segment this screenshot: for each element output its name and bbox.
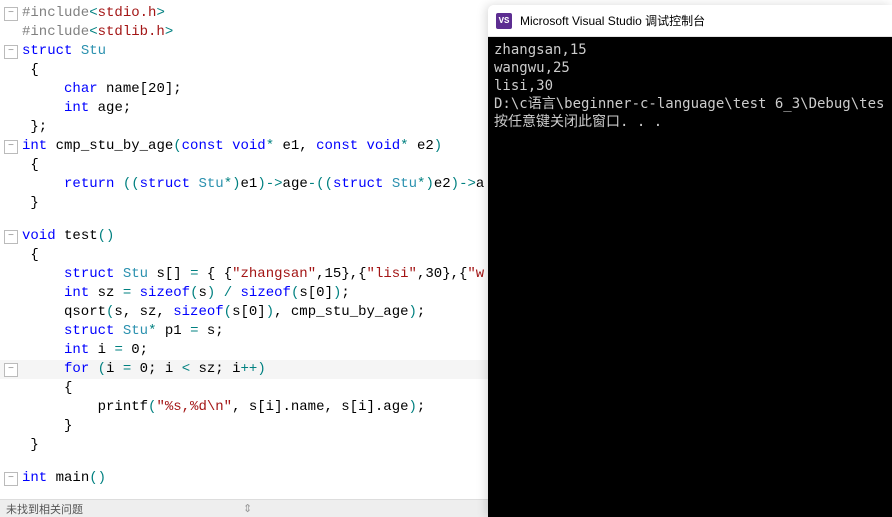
fold-gutter-icon[interactable]: − [4,472,18,486]
status-bar: 未找到相关问题 ⇕ [0,499,488,517]
code-line[interactable] [0,213,488,227]
code-line[interactable] [0,455,488,469]
fold-gutter-icon[interactable]: − [4,7,18,21]
code-line[interactable]: struct Stu* p1 = s; [0,322,488,341]
fold-gutter-icon [4,102,18,116]
code-text: void test() [20,227,114,246]
terminal-line: zhangsan,15 [494,41,886,59]
code-text: { [20,379,72,398]
fold-gutter-icon[interactable]: − [4,230,18,244]
code-text: } [20,417,72,436]
code-line[interactable]: −#include<stdio.h> [0,4,488,23]
fold-gutter-icon [4,382,18,396]
fold-gutter-icon [4,455,18,469]
fold-gutter-icon[interactable]: − [4,45,18,59]
code-text: #include<stdlib.h> [20,23,173,42]
fold-gutter-icon [4,420,18,434]
code-text: int main() [20,469,106,488]
status-text: 未找到相关问题 [6,501,83,517]
code-line[interactable]: int i = 0; [0,341,488,360]
terminal-output[interactable]: zhangsan,15wangwu,25lisi,30D:\c语言\beginn… [488,37,892,517]
fold-gutter-icon [4,325,18,339]
fold-gutter-icon [4,287,18,301]
fold-gutter-icon [4,197,18,211]
code-line[interactable]: −void test() [0,227,488,246]
code-text: struct Stu [20,42,106,61]
code-text: } [20,194,39,213]
code-text: char name[20]; [20,80,182,99]
code-line[interactable]: printf("%s,%d\n", s[i].name, s[i].age); [0,398,488,417]
code-text: { [20,61,39,80]
code-line[interactable]: #include<stdlib.h> [0,23,488,42]
code-line[interactable]: } [0,436,488,455]
console-titlebar[interactable]: VS Microsoft Visual Studio 调试控制台 [488,5,892,37]
code-line[interactable]: int sz = sizeof(s) / sizeof(s[0]); [0,284,488,303]
fold-gutter-icon [4,439,18,453]
code-line[interactable]: }; [0,118,488,137]
code-text: int age; [20,99,131,118]
code-text: int sz = sizeof(s) / sizeof(s[0]); [20,284,350,303]
code-text: int cmp_stu_by_age(const void* e1, const… [20,137,442,156]
code-text: int i = 0; [20,341,148,360]
fold-gutter-icon [4,344,18,358]
code-text: struct Stu* p1 = s; [20,322,224,341]
code-text: }; [20,118,47,137]
code-editor[interactable]: −#include<stdio.h> #include<stdlib.h>−st… [0,0,488,517]
code-text: return ((struct Stu*)e1)->age-((struct S… [20,175,484,194]
fold-gutter-icon [4,83,18,97]
code-text: qsort(s, sz, sizeof(s[0]), cmp_stu_by_ag… [20,303,425,322]
code-line[interactable]: { [0,156,488,175]
code-text: #include<stdio.h> [20,4,165,23]
vs-icon: VS [496,13,512,29]
code-line[interactable]: −int main() [0,469,488,488]
terminal-line: D:\c语言\beginner-c-language\test 6_3\Debu… [494,95,886,113]
terminal-line: 按任意键关闭此窗口. . . [494,113,886,131]
code-line[interactable]: int age; [0,99,488,118]
debug-console-window[interactable]: VS Microsoft Visual Studio 调试控制台 zhangsa… [488,5,892,517]
terminal-line: wangwu,25 [494,59,886,77]
fold-gutter-icon[interactable]: − [4,363,18,377]
code-line[interactable]: { [0,246,488,265]
code-line[interactable]: return ((struct Stu*)e1)->age-((struct S… [0,175,488,194]
fold-gutter-icon [4,64,18,78]
fold-gutter-icon [4,401,18,415]
code-text: { [20,156,39,175]
code-line[interactable]: − for (i = 0; i < sz; i++) [0,360,488,379]
fold-gutter-icon [4,159,18,173]
code-line[interactable]: qsort(s, sz, sizeof(s[0]), cmp_stu_by_ag… [0,303,488,322]
code-line[interactable]: struct Stu s[] = { {"zhangsan",15},{"lis… [0,265,488,284]
code-line[interactable]: −struct Stu [0,42,488,61]
scroll-hint-icon: ⇕ [243,502,253,515]
code-text: printf("%s,%d\n", s[i].name, s[i].age); [20,398,425,417]
fold-gutter-icon [4,26,18,40]
code-text: for (i = 0; i < sz; i++) [20,360,266,379]
code-text: } [20,436,39,455]
code-line[interactable]: { [0,61,488,80]
code-text: struct Stu s[] = { {"zhangsan",15},{"lis… [20,265,484,284]
code-line[interactable]: } [0,194,488,213]
console-title: Microsoft Visual Studio 调试控制台 [520,12,705,29]
code-line[interactable]: { [0,379,488,398]
fold-gutter-icon[interactable]: − [4,140,18,154]
fold-gutter-icon [4,249,18,263]
code-line[interactable]: } [0,417,488,436]
fold-gutter-icon [4,178,18,192]
terminal-line: lisi,30 [494,77,886,95]
code-line[interactable]: −int cmp_stu_by_age(const void* e1, cons… [0,137,488,156]
code-text: { [20,246,39,265]
fold-gutter-icon [4,121,18,135]
code-line[interactable]: char name[20]; [0,80,488,99]
fold-gutter-icon [4,213,18,227]
fold-gutter-icon [4,268,18,282]
fold-gutter-icon [4,306,18,320]
